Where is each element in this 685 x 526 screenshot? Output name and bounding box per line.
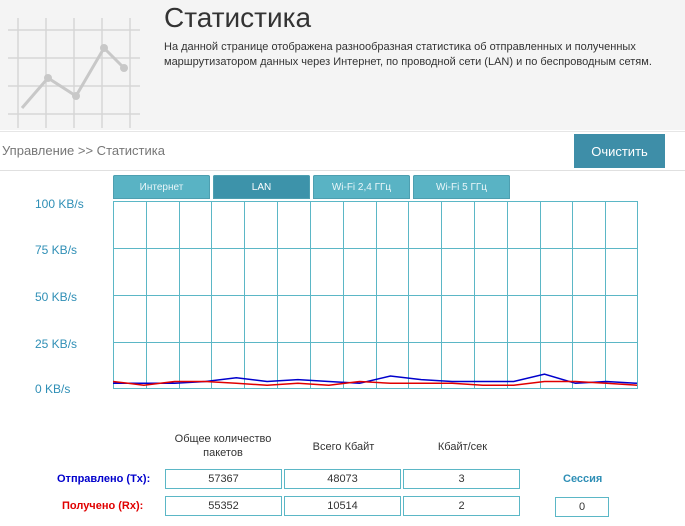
- tx-row-label: Отправлено (Tx):: [57, 473, 151, 485]
- column-header-kbps: Кбайт/сек: [437, 441, 488, 453]
- y-tick-label: 25 KB/s: [35, 337, 78, 351]
- column-header-kbytes: Всего Кбайт: [312, 441, 375, 453]
- tab-internet[interactable]: Интернет: [113, 175, 210, 199]
- traffic-chart: [113, 201, 638, 389]
- tx-packets-cell: 57367: [165, 469, 282, 489]
- y-tick-label: 50 KB/s: [35, 290, 78, 304]
- tab-wifi-5[interactable]: Wi-Fi 5 ГГц: [413, 175, 510, 199]
- breadcrumb: Управление >> Статистика: [2, 143, 165, 158]
- rx-kbps-cell: 2: [403, 496, 520, 516]
- y-tick-label: 75 KB/s: [35, 243, 78, 257]
- tx-kbps-cell: 3: [403, 469, 520, 489]
- y-tick-label: 100 KB/s: [35, 197, 84, 211]
- y-tick-label: 0 KB/s: [35, 382, 71, 396]
- rx-kbytes-cell: 10514: [284, 496, 401, 516]
- rx-series-line: [113, 380, 638, 386]
- session-field: 0: [555, 497, 609, 517]
- tab-lan[interactable]: LAN: [213, 175, 310, 199]
- breadcrumb-bar: Управление >> Статистика Очистить: [0, 131, 685, 171]
- clear-button[interactable]: Очистить: [574, 134, 665, 168]
- tab-wifi-24[interactable]: Wi-Fi 2,4 ГГц: [313, 175, 410, 199]
- page-header: Статистика На данной странице отображена…: [0, 0, 685, 130]
- line-chart-grid-icon: [8, 18, 140, 128]
- rx-row-label: Получено (Rx):: [62, 500, 144, 512]
- tx-kbytes-cell: 48073: [284, 469, 401, 489]
- page-description: На данной странице отображена разнообраз…: [164, 41, 652, 68]
- column-header-packets: Общее количество пакетов: [174, 433, 272, 459]
- session-label: Сессия: [563, 473, 603, 485]
- rx-packets-cell: 55352: [165, 496, 282, 516]
- page-title: Статистика: [164, 2, 312, 33]
